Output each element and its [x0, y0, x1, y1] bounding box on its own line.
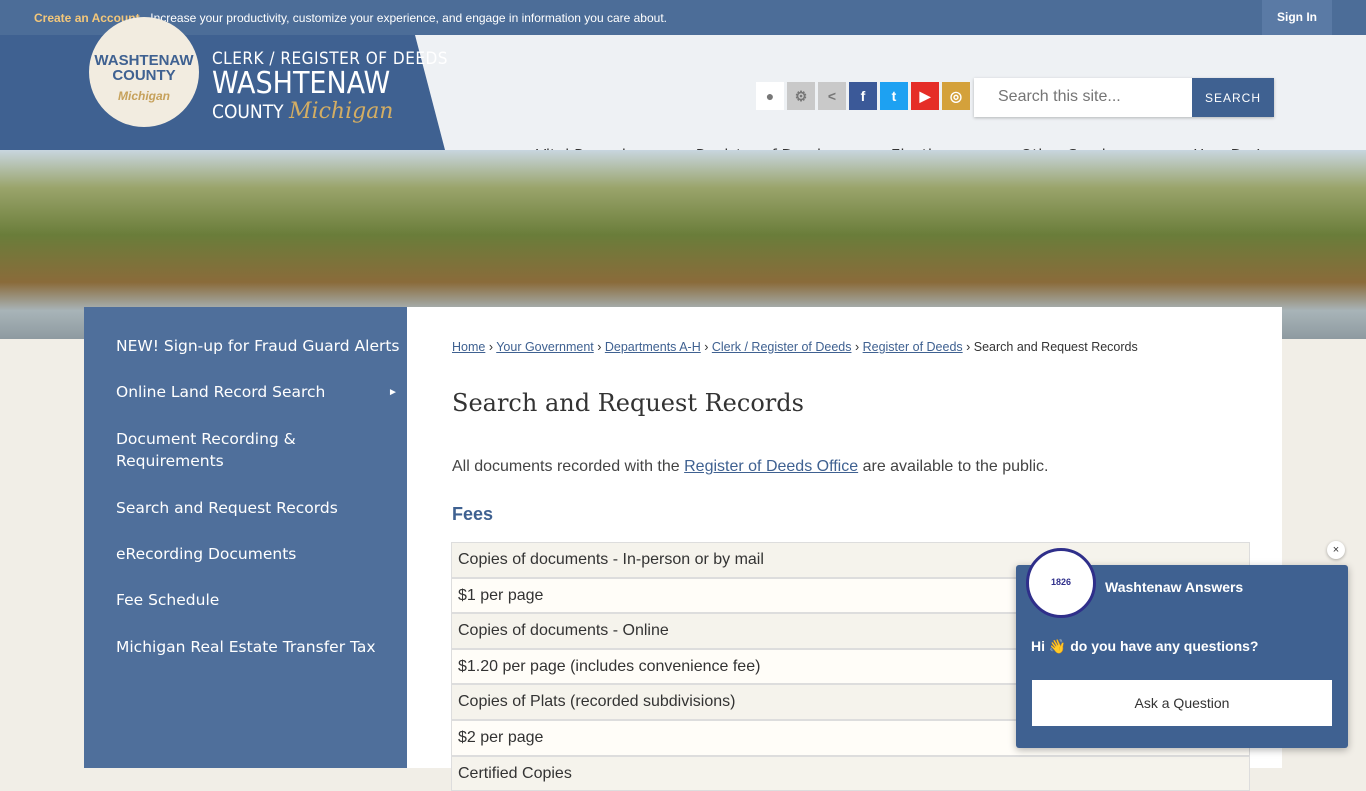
crumb-current: Search and Request Records — [973, 340, 1138, 354]
chat-title: Washtenaw Answers — [1105, 579, 1244, 595]
youtube-icon[interactable]: ▶ — [911, 82, 939, 110]
title-script: Michigan — [289, 99, 394, 124]
top-bar: Create an Account - Increase your produc… — [0, 0, 1366, 35]
sidebar-item-transfer-tax[interactable]: Michigan Real Estate Transfer Tax — [116, 636, 376, 658]
sidebar-item-online-land-record[interactable]: Online Land Record Search — [116, 381, 325, 403]
close-chat-icon[interactable]: × — [1327, 541, 1345, 559]
account-message: - Increase your productivity, customize … — [139, 11, 667, 25]
search-button[interactable]: SEARCH — [1192, 78, 1274, 117]
crumb-home[interactable]: Home — [452, 340, 485, 354]
title-line-2: WASHTENAW — [212, 66, 391, 101]
county-seal-icon[interactable]: ● — [756, 82, 784, 110]
register-of-deeds-link[interactable]: Register of Deeds Office — [684, 458, 858, 475]
search-box: SEARCH — [974, 78, 1274, 117]
title-line-3: COUNTY — [212, 101, 284, 123]
table-row: Certified Copies — [451, 755, 1250, 791]
site-title[interactable]: CLERK / REGISTER OF DEEDS WASHTENAW COUN… — [212, 49, 448, 124]
search-input[interactable] — [998, 88, 1158, 106]
sidebar-item-fraud-guard[interactable]: NEW! Sign-up for Fraud Guard Alerts — [116, 335, 400, 357]
twitter-icon[interactable]: t — [880, 82, 908, 110]
page-title: Search and Request Records — [452, 389, 804, 417]
instagram-icon[interactable]: ◎ — [942, 82, 970, 110]
sidebar: NEW! Sign-up for Fraud Guard Alerts Onli… — [84, 307, 407, 768]
crumb-clerk[interactable]: Clerk / Register of Deeds — [712, 340, 852, 354]
crumb-your-government[interactable]: Your Government — [496, 340, 594, 354]
sign-in-button[interactable]: Sign In — [1262, 0, 1332, 35]
county-seal-icon: 1826 — [1026, 548, 1096, 618]
share-icon[interactable]: < — [818, 82, 846, 110]
sidebar-item-search-request[interactable]: Search and Request Records — [116, 497, 338, 519]
gear-icon[interactable]: ⚙ — [787, 82, 815, 110]
crumb-register-of-deeds[interactable]: Register of Deeds — [863, 340, 963, 354]
chat-greeting: Hi 👋 do you have any questions? — [1031, 638, 1259, 654]
submenu-arrow-icon[interactable]: ► — [388, 387, 398, 398]
ask-question-button[interactable]: Ask a Question — [1032, 680, 1332, 726]
county-logo[interactable]: WASHTENAW COUNTY Michigan — [89, 17, 199, 127]
sidebar-item-document-recording[interactable]: Document Recording & Requirements — [116, 428, 316, 472]
facebook-icon[interactable]: f — [849, 82, 877, 110]
sidebar-item-erecording[interactable]: eRecording Documents — [116, 543, 296, 565]
crumb-departments[interactable]: Departments A-H — [605, 340, 701, 354]
sidebar-item-fee-schedule[interactable]: Fee Schedule — [116, 589, 219, 611]
breadcrumb: Home › Your Government › Departments A-H… — [452, 340, 1138, 354]
social-icons: ● ⚙ < f t ▶ ◎ — [756, 82, 970, 110]
header: CLERK / REGISTER OF DEEDS WASHTENAW COUN… — [0, 35, 1366, 164]
fees-heading: Fees — [452, 504, 494, 524]
intro-text: All documents recorded with the Register… — [452, 458, 1049, 475]
